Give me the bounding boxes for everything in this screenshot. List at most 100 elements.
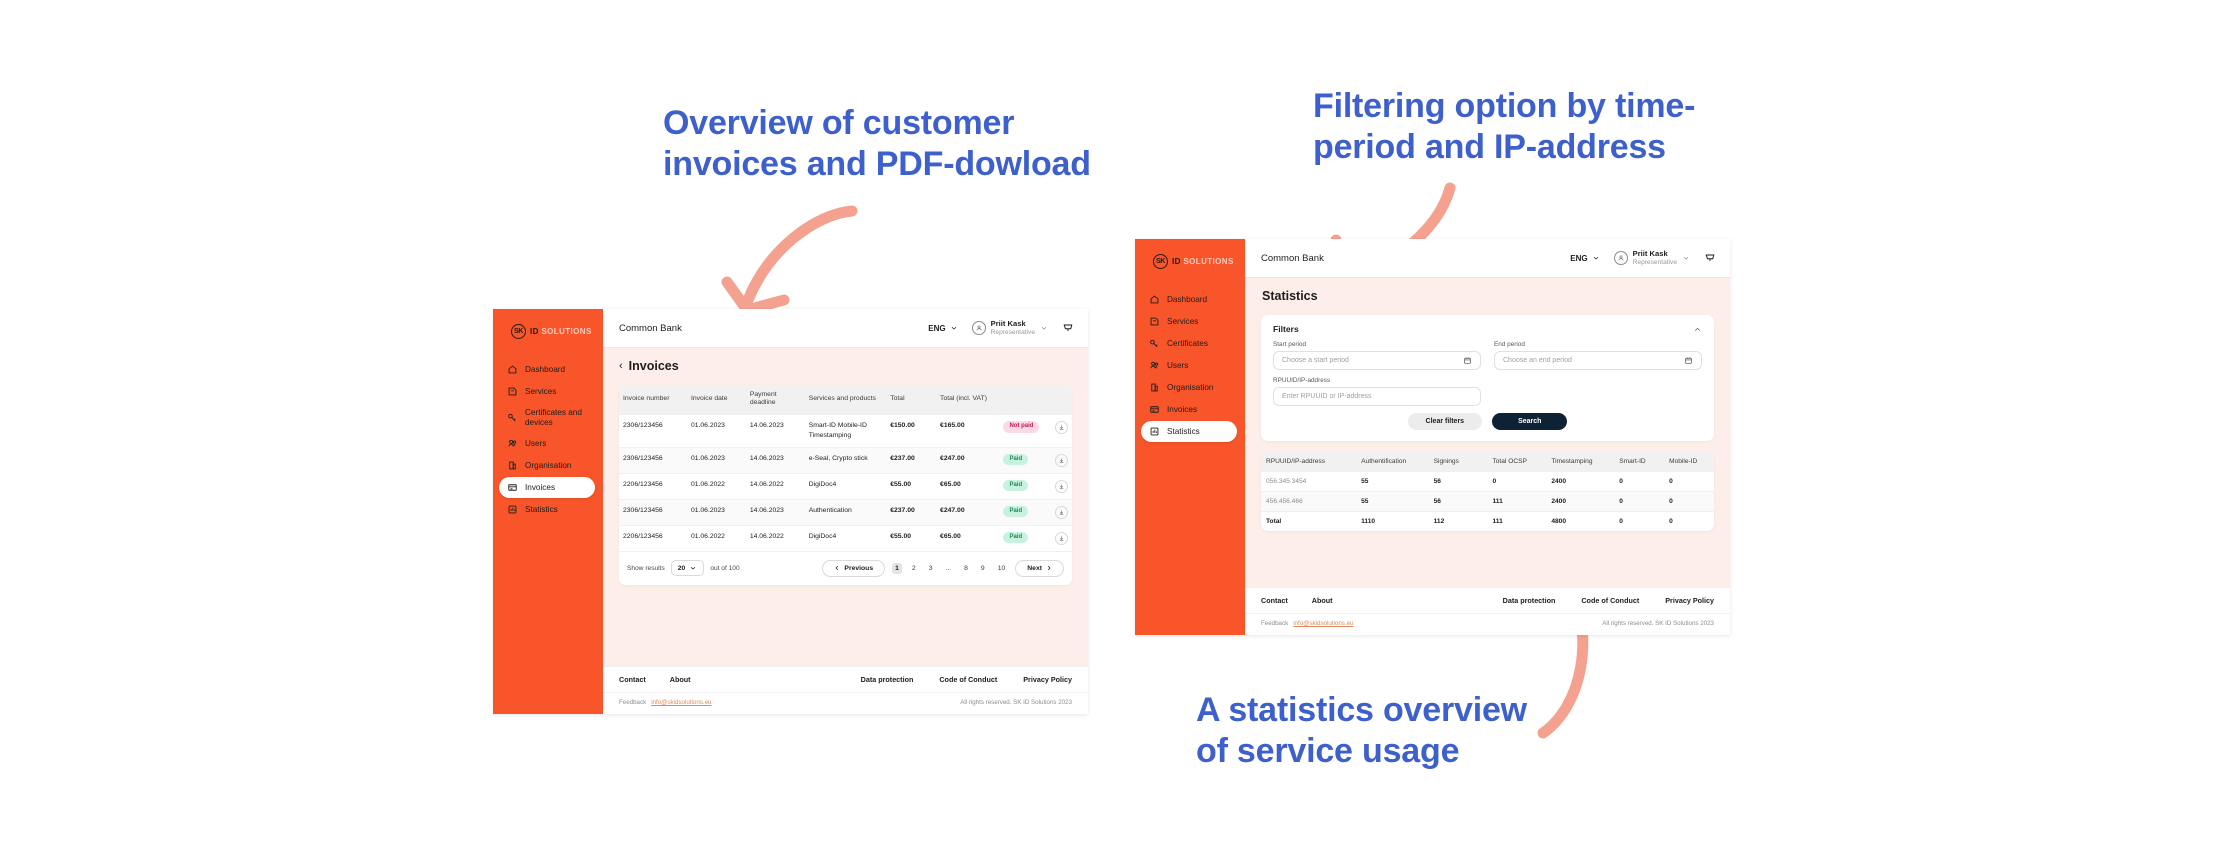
download-pdf-button[interactable] <box>1055 505 1068 519</box>
page-number[interactable]: 9 <box>978 563 988 574</box>
invoices-content: Common Bank ENG Priit Kask Representativ… <box>603 309 1088 714</box>
cell-signings: 56 <box>1428 471 1488 492</box>
start-period-field: Start period Choose a start period <box>1273 341 1481 370</box>
download-pdf-button[interactable] <box>1055 420 1068 434</box>
page-number[interactable]: 10 <box>995 563 1009 574</box>
footer-link-privacy-policy[interactable]: Privacy Policy <box>1023 675 1072 684</box>
cart-icon[interactable] <box>1704 252 1716 264</box>
sidebar-label: Certificates and devices <box>525 408 582 427</box>
cell-total: €55.00 <box>886 524 937 551</box>
footer-link-about[interactable]: About <box>1312 596 1333 605</box>
start-period-placeholder: Choose a start period <box>1282 357 1349 364</box>
start-period-input[interactable]: Choose a start period <box>1273 351 1481 370</box>
cell-total-label: Total <box>1261 511 1357 531</box>
page-size-select[interactable]: 20 <box>670 560 705 577</box>
sidebar-item-dashboard[interactable]: Dashboard <box>499 359 595 380</box>
filters-body: Start period Choose a start period End p… <box>1261 336 1714 441</box>
search-button[interactable]: Search <box>1492 413 1568 430</box>
sidebar-item-dashboard[interactable]: Dashboard <box>1141 289 1237 310</box>
sidebar-item-services[interactable]: Services <box>499 381 595 402</box>
feedback-email-link[interactable]: info@skidsolutions.eu <box>651 699 711 706</box>
rpuuid-input[interactable]: Enter RPUUID or IP-address <box>1273 387 1481 406</box>
user-name: Priit Kask <box>990 319 1026 329</box>
cart-icon[interactable] <box>1062 322 1074 334</box>
language-selector[interactable]: ENG <box>1570 254 1599 263</box>
next-page-button[interactable]: Next <box>1015 559 1064 577</box>
cell-invoice-number: 2306/123456 <box>619 498 687 526</box>
sidebar-item-certificates[interactable]: Certificates <box>1141 333 1237 354</box>
sidebar-item-organisation[interactable]: Organisation <box>1141 377 1237 398</box>
sidebar-item-services[interactable]: Services <box>1141 311 1237 332</box>
footer-link-code-of-conduct[interactable]: Code of Conduct <box>1581 596 1639 605</box>
table-row[interactable]: 2306/123456 01.06.2023 14.06.2023 e-Seal… <box>619 446 1072 474</box>
feedback-label: Feedback <box>1261 620 1289 627</box>
brand-wordmark: ID SOLUTIONS <box>1172 257 1234 266</box>
cell-authentification: 55 <box>1356 491 1429 512</box>
download-pdf-button[interactable] <box>1055 531 1068 545</box>
calendar-icon[interactable] <box>1463 356 1472 365</box>
table-row[interactable]: 456.456.466 55 56 111 2400 0 0 <box>1261 491 1714 512</box>
brand-logo: SK ID SOLUTIONS <box>1135 254 1245 289</box>
cell-status: Paid <box>999 472 1045 500</box>
invoice-icon <box>1149 404 1160 415</box>
sidebar-item-users[interactable]: Users <box>1141 355 1237 376</box>
cell-invoice-number: 2306/123456 <box>619 413 687 448</box>
page-number[interactable]: 1 <box>892 562 902 574</box>
cell-timestamping: 4800 <box>1546 511 1615 531</box>
footer-link-data-protection[interactable]: Data protection <box>1503 596 1556 605</box>
start-period-label: Start period <box>1273 341 1307 348</box>
footer-link-privacy-policy[interactable]: Privacy Policy <box>1665 596 1714 605</box>
home-icon <box>1149 294 1160 305</box>
sidebar-item-invoices[interactable]: Invoices <box>1141 399 1237 420</box>
footer-link-contact[interactable]: Contact <box>619 675 646 684</box>
back-chevron-icon[interactable]: ‹ <box>619 360 623 372</box>
footer-link-about[interactable]: About <box>670 675 691 684</box>
table-row[interactable]: 2206/123456 01.06.2022 14.06.2022 DigiDo… <box>619 472 1072 500</box>
user-menu[interactable]: Priit Kask Representative <box>1613 249 1690 267</box>
table-row[interactable]: 2306/123456 01.06.2023 14.06.2023 Smart-… <box>619 413 1072 448</box>
end-period-input[interactable]: Choose an end period <box>1494 351 1702 370</box>
sidebar-item-users[interactable]: Users <box>499 433 595 454</box>
footer-meta: Feedback info@skidsolutions.eu All right… <box>1245 613 1730 635</box>
sidebar-item-organisation[interactable]: Organisation <box>499 455 595 476</box>
sidebar-item-invoices[interactable]: Invoices <box>499 477 595 499</box>
feedback-email-link[interactable]: info@skidsolutions.eu <box>1293 620 1353 627</box>
col-status <box>999 385 1045 415</box>
chevron-up-icon[interactable] <box>1693 325 1702 334</box>
col-authentification: Authentification <box>1356 452 1429 472</box>
footer-link-data-protection[interactable]: Data protection <box>861 675 914 684</box>
sidebar-item-statistics[interactable]: Statistics <box>499 499 595 520</box>
page-title-text: Statistics <box>1262 289 1318 303</box>
page-number[interactable]: 2 <box>909 563 919 574</box>
calendar-icon[interactable] <box>1684 356 1693 365</box>
clear-filters-button[interactable]: Clear filters <box>1407 413 1483 430</box>
language-selector[interactable]: ENG <box>928 324 957 333</box>
user-menu[interactable]: Priit Kask Representative <box>971 319 1048 337</box>
cell-authentification: 1110 <box>1356 511 1429 531</box>
cell-status: Not paid <box>999 413 1045 448</box>
sidebar-item-statistics[interactable]: Statistics <box>1141 421 1237 442</box>
footer-link-code-of-conduct[interactable]: Code of Conduct <box>939 675 997 684</box>
table-row[interactable]: 056.345.3454 55 56 0 2400 0 0 <box>1261 471 1714 492</box>
table-row[interactable]: 2206/123456 01.06.2022 14.06.2022 DigiDo… <box>619 524 1072 551</box>
download-pdf-button[interactable] <box>1055 453 1068 467</box>
chevron-left-icon <box>835 566 839 571</box>
previous-label: Previous <box>844 564 874 572</box>
cell-invoice-number: 2206/123456 <box>619 472 687 500</box>
cell-download <box>1044 446 1072 474</box>
page-number[interactable]: 3 <box>926 563 936 574</box>
cell-download <box>1044 498 1072 526</box>
col-total-ocsp: Total OCSP <box>1487 452 1547 472</box>
status-badge: Paid <box>1003 505 1029 518</box>
previous-page-button[interactable]: Previous <box>822 559 886 577</box>
sidebar-label: Statistics <box>1167 426 1200 436</box>
footer-link-contact[interactable]: Contact <box>1261 596 1288 605</box>
page-number[interactable]: 8 <box>961 563 971 574</box>
sidebar-item-certificates[interactable]: Certificates and devices <box>499 403 595 432</box>
col-invoice-number: Invoice number <box>619 385 687 415</box>
download-pdf-button[interactable] <box>1055 479 1068 493</box>
table-row[interactable]: 2306/123456 01.06.2023 14.06.2023 Authen… <box>619 498 1072 526</box>
cell-deadline: 14.06.2023 <box>745 413 805 448</box>
invoices-page-area: ‹ Invoices Invoice number Invoice date P… <box>603 348 1088 666</box>
annotation-statistics: A statistics overview of service usage <box>1196 691 1527 771</box>
